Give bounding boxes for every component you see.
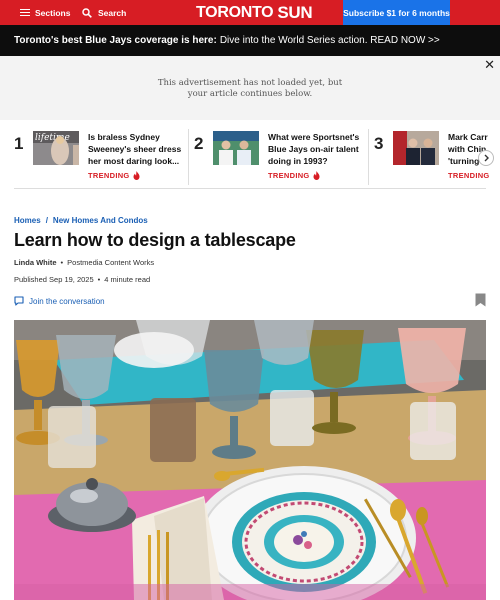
promo-text: Dive into the World Series action. READ … xyxy=(219,35,440,46)
read-time: 4 minute read xyxy=(104,275,151,284)
trending-headline-line: Mark Carr xyxy=(448,132,488,142)
trending-badge-label: TRENDING xyxy=(88,171,130,180)
site-header: Sections Search TORONTO SUN Subscribe $1… xyxy=(0,0,500,25)
divider xyxy=(368,129,369,185)
site-logo[interactable]: TORONTO SUN xyxy=(196,2,313,22)
trending-headline-line: Is braless Sydney xyxy=(88,132,160,142)
breadcrumb: Homes / New Homes And Condos xyxy=(14,216,148,225)
separator-dot: • xyxy=(60,258,64,267)
logo-toronto: TORONTO xyxy=(196,3,274,21)
hamburger-icon xyxy=(20,8,30,17)
trending-thumbnail xyxy=(393,131,439,165)
chat-bubble-icon xyxy=(14,296,24,306)
trending-rank: 2 xyxy=(194,134,204,153)
promo-bold-text: Toronto's best Blue Jays coverage is her… xyxy=(14,35,217,46)
ad-line-2: your article continues below. xyxy=(187,89,313,99)
trending-rank: 1 xyxy=(14,134,24,153)
trending-badge-label: TRENDING xyxy=(448,171,490,180)
trending-rank: 3 xyxy=(374,134,384,153)
trending-thumbnail: lifetime xyxy=(33,131,79,165)
byline: Linda White • Postmedia Content Works xyxy=(14,258,154,267)
publisher-name: Postmedia Content Works xyxy=(67,258,155,267)
logo-sun: SUN xyxy=(277,2,313,22)
trending-badge: TRENDING xyxy=(448,171,490,180)
carousel-next-button[interactable] xyxy=(478,150,494,166)
flame-icon xyxy=(313,171,320,180)
breadcrumb-homes[interactable]: Homes xyxy=(14,216,41,225)
close-icon[interactable]: ✕ xyxy=(484,58,495,71)
trending-badge-label: TRENDING xyxy=(268,171,310,180)
ad-line-1: This advertisement has not loaded yet, b… xyxy=(157,78,343,88)
subscribe-button[interactable]: Subscribe $1 for 6 months xyxy=(343,0,450,25)
trending-headline-line: What were Sportsnet's xyxy=(268,132,360,142)
published-date: Published Sep 19, 2025 xyxy=(14,275,94,284)
article-headline: Learn how to design a tablescape xyxy=(14,230,296,250)
section-divider xyxy=(14,188,486,189)
trending-headline-line: Sweeney's sheer dress xyxy=(88,144,182,154)
chevron-right-icon xyxy=(484,154,489,162)
trending-item[interactable]: 2 What were Sportsnet's Blue Jays on-air… xyxy=(194,124,366,184)
separator-dot: • xyxy=(97,275,101,284)
trending-thumbnail xyxy=(213,131,259,165)
flame-icon xyxy=(133,171,140,180)
trending-headline-line: Blue Jays on-air talent xyxy=(268,144,359,154)
trending-headline: Is braless Sydney Sweeney's sheer dress … xyxy=(88,131,181,167)
trending-headline: What were Sportsnet's Blue Jays on-air t… xyxy=(268,131,359,167)
trending-headline-line: doing in 1993? xyxy=(268,156,328,166)
search-icon xyxy=(82,7,92,18)
divider xyxy=(188,129,189,185)
join-label: Join the conversation xyxy=(29,296,105,306)
search-button[interactable]: Search xyxy=(82,5,126,20)
ad-message: This advertisement has not loaded yet, b… xyxy=(0,78,500,100)
bookmark-icon xyxy=(475,293,486,307)
promo-banner[interactable]: Toronto's best Blue Jays coverage is her… xyxy=(0,25,500,56)
trending-badge: TRENDING xyxy=(268,171,320,180)
trending-headline-line: her most daring look... xyxy=(88,156,180,166)
bookmark-button[interactable] xyxy=(475,293,486,312)
article-hero-image xyxy=(14,320,486,600)
sections-label: Sections xyxy=(35,7,71,18)
publish-info: Published Sep 19, 2025 • 4 minute read xyxy=(14,275,150,284)
trending-item[interactable]: 1 lifetime Is braless Sydney Sweeney's s… xyxy=(14,124,192,184)
trending-carousel: 1 lifetime Is braless Sydney Sweeney's s… xyxy=(0,124,500,188)
sections-button[interactable]: Sections xyxy=(20,5,70,20)
ad-placeholder: This advertisement has not loaded yet, b… xyxy=(0,56,500,120)
search-label: Search xyxy=(98,7,127,18)
trending-badge: TRENDING xyxy=(88,171,140,180)
author-name[interactable]: Linda White xyxy=(14,258,57,267)
breadcrumb-new-homes[interactable]: New Homes And Condos xyxy=(53,216,148,225)
breadcrumb-separator: / xyxy=(45,216,48,225)
join-conversation-link[interactable]: Join the conversation xyxy=(14,296,105,306)
